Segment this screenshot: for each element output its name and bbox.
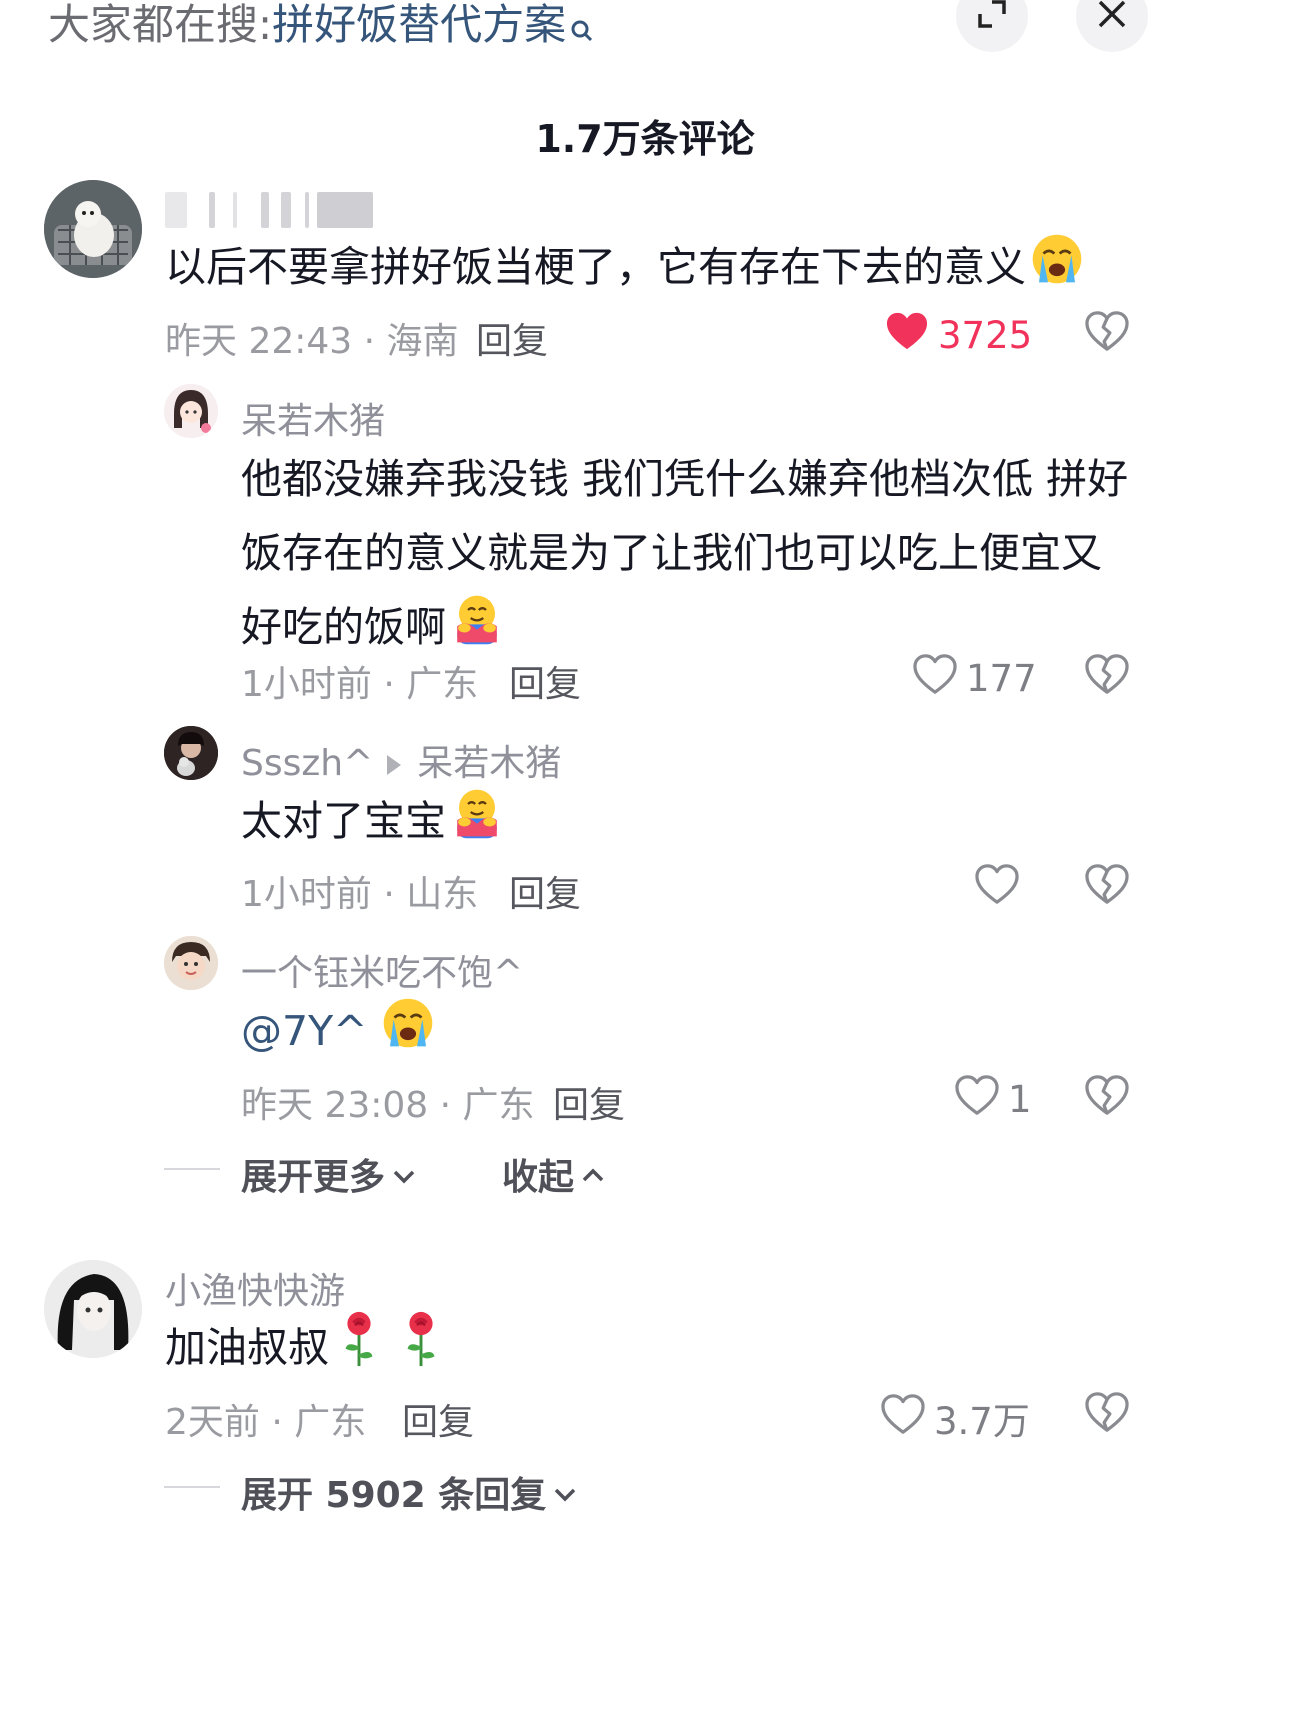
heart-outline-icon — [880, 1393, 926, 1444]
username-redacted[interactable] — [165, 192, 375, 228]
rose-icon — [401, 1310, 441, 1391]
reply-button[interactable]: 回复 — [509, 655, 581, 707]
mention-link[interactable]: @7Y^ — [241, 1007, 367, 1055]
close-icon — [1094, 0, 1130, 36]
like-count: 1 — [1008, 1078, 1032, 1121]
comment-time-location: 1小时前 · 山东 — [241, 874, 479, 915]
chevron-down-icon — [391, 1154, 417, 1195]
hugging-face-icon — [450, 786, 504, 863]
like-count: 3.7万 — [934, 1400, 1030, 1443]
divider — [164, 1486, 220, 1488]
search-icon — [570, 4, 594, 54]
dislike-button[interactable] — [1084, 1074, 1130, 1120]
expand-replies-button[interactable]: 展开 5902 条回复 — [241, 1466, 578, 1518]
like-button[interactable]: 1 — [954, 1074, 1032, 1125]
avatar[interactable] — [44, 180, 142, 278]
chevron-down-icon — [552, 1472, 578, 1513]
avatar[interactable] — [164, 384, 218, 438]
username[interactable]: 一个钰米吃不饱^ — [241, 944, 523, 996]
loudly-crying-face-icon — [1030, 232, 1084, 309]
heart-outline-icon — [974, 863, 1020, 914]
search-suggestion-term[interactable]: 拼好饭替代方案 — [272, 0, 566, 49]
like-button[interactable]: 3725 — [884, 310, 1032, 361]
comment-text: 太对了宝宝 — [241, 784, 504, 863]
like-button[interactable]: 3.7万 — [880, 1391, 1030, 1445]
comment-text: @7Y^ — [241, 994, 435, 1073]
username[interactable]: Ssszh^ — [241, 743, 373, 784]
collapse-button[interactable]: 收起 — [502, 1148, 606, 1200]
like-button[interactable]: 177 — [912, 653, 1037, 704]
comment-time-location: 昨天 22:43 · 海南 — [165, 321, 459, 362]
username[interactable]: 小渔快快游 — [165, 1262, 345, 1314]
dislike-button[interactable] — [1084, 1391, 1130, 1437]
search-suggestion-prefix: 大家都在搜: — [48, 0, 273, 49]
dislike-button[interactable] — [1084, 653, 1130, 699]
avatar[interactable] — [44, 1260, 142, 1358]
broken-heart-icon — [1084, 1101, 1130, 1120]
comment-time-location: 1小时前 · 广东 — [241, 664, 479, 705]
reply-header: Ssszh^ 呆若木猪 — [241, 734, 561, 786]
like-count: 177 — [966, 657, 1037, 700]
broken-heart-icon — [1084, 337, 1130, 356]
divider — [164, 1168, 220, 1170]
reply-button[interactable]: 回复 — [476, 312, 548, 364]
broken-heart-icon — [1084, 890, 1130, 909]
expand-button[interactable] — [956, 0, 1028, 52]
broken-heart-icon — [1084, 1418, 1130, 1437]
like-button[interactable] — [974, 863, 1028, 914]
close-button[interactable] — [1076, 0, 1148, 52]
comment-time-location: 昨天 23:08 · 广东 — [241, 1085, 535, 1126]
avatar[interactable] — [164, 726, 218, 780]
comment-text: 他都没嫌弃我没钱 我们凭什么嫌弃他档次低 拼好饭存在的意义就是为了让我们也可以吃… — [241, 442, 1131, 669]
dislike-button[interactable] — [1084, 310, 1130, 356]
like-count: 3725 — [938, 314, 1033, 357]
reply-button[interactable]: 回复 — [553, 1076, 625, 1128]
loudly-crying-face-icon — [381, 996, 435, 1073]
comment-text: 加油叔叔 — [165, 1310, 441, 1391]
comment-count-title: 1.7万条评论 — [535, 117, 755, 161]
rose-icon — [339, 1310, 379, 1391]
heart-outline-icon — [954, 1074, 1000, 1125]
heart-filled-icon — [884, 310, 930, 361]
dislike-button[interactable] — [1084, 863, 1130, 909]
comment-time-location: 2天前 · 广东 — [165, 1402, 367, 1443]
search-suggestion-bar[interactable]: 大家都在搜:拼好饭替代方案 — [48, 0, 594, 50]
comment-text: 以后不要拿拼好饭当梗了，它有存在下去的意义 — [165, 230, 1165, 309]
reply-to-username[interactable]: 呆若木猪 — [417, 743, 561, 784]
chevron-up-icon — [580, 1154, 606, 1195]
heart-outline-icon — [912, 653, 958, 704]
username[interactable]: 呆若木猪 — [241, 392, 385, 444]
avatar[interactable] — [164, 936, 218, 990]
expand-more-button[interactable]: 展开更多 — [241, 1148, 417, 1200]
reply-button[interactable]: 回复 — [402, 1393, 474, 1445]
reply-button[interactable]: 回复 — [509, 865, 581, 917]
reply-to-arrow-icon — [387, 755, 402, 775]
expand-icon — [974, 0, 1010, 36]
broken-heart-icon — [1084, 680, 1130, 699]
